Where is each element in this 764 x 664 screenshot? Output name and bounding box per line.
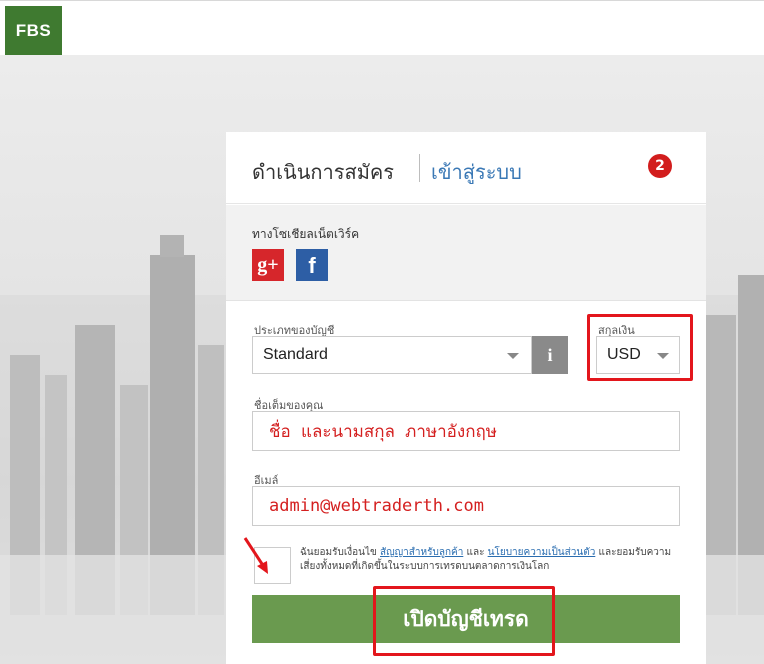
terms-and: และ <box>466 547 485 558</box>
red-arrow-icon <box>243 537 268 574</box>
top-bar: FBS <box>0 0 764 56</box>
registration-card: ดำเนินการสมัคร เข้าสู่ระบบ 2 ทางโซเชียลเ… <box>226 132 706 664</box>
social-label: ทางโซเชียลเน็ตเวิร์ค <box>252 227 360 241</box>
submit-highlight-box <box>373 586 555 656</box>
step-badge: 2 <box>648 154 672 178</box>
info-icon: i <box>547 344 553 365</box>
fbs-logo[interactable]: FBS <box>5 6 62 56</box>
account-type-value: Standard <box>263 346 328 363</box>
tab-login[interactable]: เข้าสู่ระบบ <box>431 156 522 188</box>
email-input[interactable]: admin@webtraderth.com <box>252 486 680 526</box>
logo-text: FBS <box>15 21 52 40</box>
account-type-select[interactable]: Standard <box>252 336 532 374</box>
tab-register[interactable]: ดำเนินการสมัคร <box>252 156 394 188</box>
facebook-button[interactable]: f <box>296 249 328 281</box>
client-agreement-link[interactable]: สัญญาสำหรับลูกค้า <box>380 547 463 558</box>
email-value: admin@webtraderth.com <box>269 496 484 516</box>
facebook-icon: f <box>308 253 316 278</box>
social-login-section: ทางโซเชียลเน็ตเวิร์ค g+ f <box>226 205 706 301</box>
full-name-value: ชื่อ และนามสกุล ภาษาอังกฤษ <box>269 421 497 442</box>
info-button[interactable]: i <box>532 336 568 374</box>
google-plus-icon: g+ <box>257 253 279 276</box>
privacy-policy-link[interactable]: นโยบายความเป็นส่วนตัว <box>488 547 596 558</box>
tab-divider <box>419 154 420 182</box>
terms-text: ฉันยอมรับเงื่อนไข สัญญาสำหรับลูกค้า และ … <box>300 546 685 574</box>
card-header: ดำเนินการสมัคร เข้าสู่ระบบ 2 <box>226 132 706 204</box>
currency-highlight-box <box>587 314 693 381</box>
google-plus-button[interactable]: g+ <box>252 249 284 281</box>
chevron-down-icon <box>507 353 519 359</box>
full-name-input[interactable]: ชื่อ และนามสกุล ภาษาอังกฤษ <box>252 411 680 451</box>
terms-prefix: ฉันยอมรับเงื่อนไข <box>300 547 377 558</box>
